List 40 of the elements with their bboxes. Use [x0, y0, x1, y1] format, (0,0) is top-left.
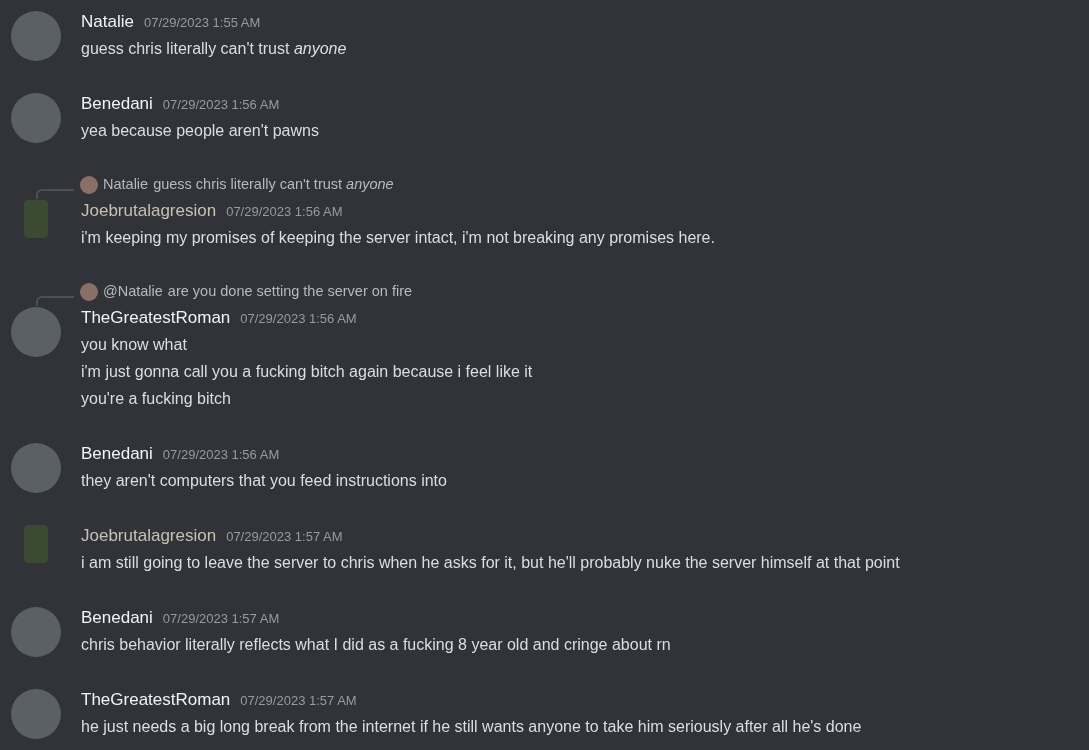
message-text: i'm keeping my promises of keeping the server intact, i'm not breaking any promises here.: [81, 228, 715, 248]
timestamp: 07/29/2023 1:56 AM: [240, 310, 357, 328]
message-text: you're a fucking bitch: [81, 389, 232, 409]
message-text: chris behavior literally reflects what I did as a fucking 8 year old and cringe about rn: [81, 635, 671, 655]
message-text: i am still going to leave the server to chris when he asks for it, but he'll probably nuke the server himself at that point: [81, 553, 900, 573]
avatar: [11, 93, 61, 143]
reply-author[interactable]: @Natalie: [103, 280, 163, 303]
timestamp: 07/29/2023 1:57 AM: [226, 528, 343, 546]
author-name[interactable]: TheGreatestRoman: [81, 686, 231, 713]
reply-author[interactable]: Natalie: [103, 173, 149, 196]
message-text: they aren't computers that you feed instructions into: [81, 471, 447, 491]
avatar: [11, 443, 61, 493]
avatar: [11, 11, 61, 61]
avatar: [11, 689, 61, 739]
author-name[interactable]: TheGreatestRoman: [81, 304, 231, 331]
timestamp: 07/29/2023 1:57 AM: [162, 610, 280, 628]
timestamp: 07/29/2023 1:56 AM: [226, 203, 343, 221]
author-name[interactable]: Natalie: [81, 8, 134, 35]
avatar: [11, 307, 61, 357]
timestamp: 07/29/2023 1:56 AM: [162, 96, 280, 114]
reply-text: are you done setting the server on fire: [167, 281, 413, 301]
timestamp: 07/29/2023 1:57 AM: [240, 692, 357, 710]
author-name[interactable]: Benedani: [81, 90, 153, 117]
avatar: [11, 607, 61, 657]
reply-avatar: [80, 282, 98, 301]
author-name[interactable]: Joebrutalagresion: [81, 197, 217, 224]
message-text: you know what: [81, 335, 188, 355]
reply-avatar: [80, 175, 98, 194]
avatar-sprite: [24, 200, 48, 238]
timestamp: 07/29/2023 1:56 AM: [162, 446, 280, 464]
message-text: guess chris literally can't trust anyone: [81, 39, 347, 59]
message-text: i'm just gonna call you a fucking bitch again because i feel like it: [81, 362, 533, 382]
message-text: he just needs a big long break from the internet if he still wants anyone to take him seriously after all he's done: [81, 717, 862, 737]
author-name[interactable]: Benedani: [81, 604, 153, 631]
timestamp: 07/29/2023 1:55 AM: [143, 14, 261, 32]
message-text: yea because people aren't pawns: [81, 121, 319, 141]
author-name[interactable]: Benedani: [81, 440, 153, 467]
reply-text: guess chris literally can't trust anyone: [153, 174, 394, 194]
author-name[interactable]: Joebrutalagresion: [81, 522, 217, 549]
reply-connector: [36, 296, 74, 306]
